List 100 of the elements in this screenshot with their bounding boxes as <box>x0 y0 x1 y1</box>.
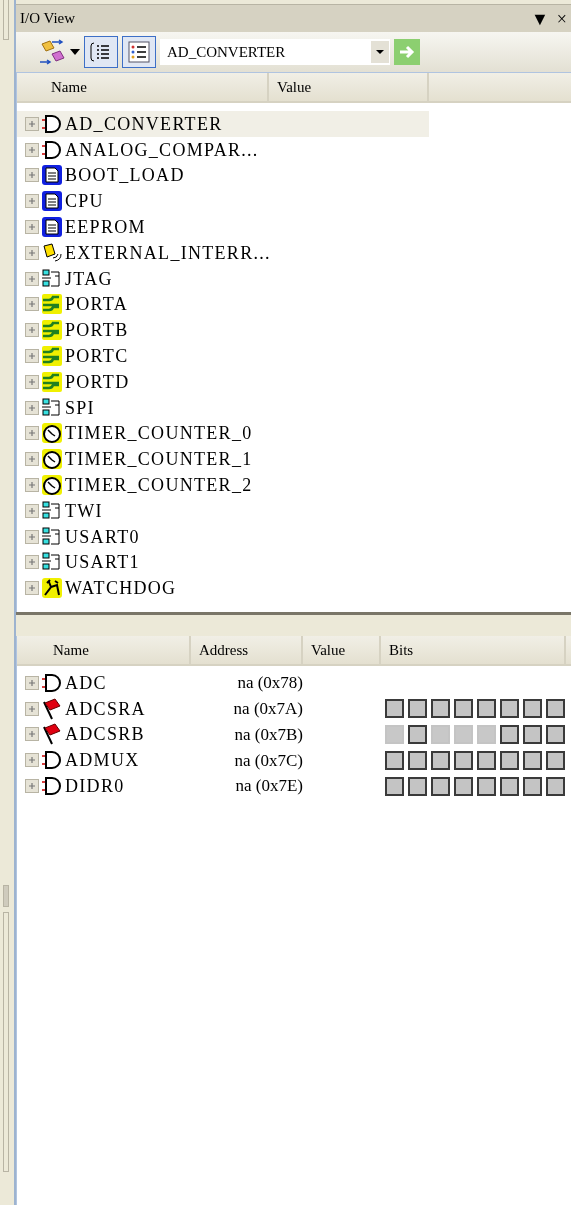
tree-item-label[interactable]: TIMER_COUNTER_1 <box>65 450 253 469</box>
dock-frame <box>3 0 9 40</box>
panel-title: I/O View <box>20 9 76 29</box>
expand-icon[interactable] <box>25 727 39 742</box>
expand-icon[interactable] <box>25 478 39 493</box>
bit-toggle[interactable] <box>385 776 404 796</box>
address-cell-text: na (0x7B) <box>234 723 303 746</box>
bit-toggle[interactable] <box>408 725 427 744</box>
bit-toggle[interactable] <box>431 776 450 796</box>
view-toggle-button[interactable] <box>84 36 118 68</box>
tree-item-label[interactable]: PORTC <box>65 347 129 366</box>
bit-toggle[interactable] <box>500 725 519 744</box>
expand-icon[interactable] <box>25 142 39 157</box>
tree-item-label[interactable]: EXTERNAL_INTERR... <box>65 243 271 262</box>
expand-icon[interactable] <box>25 701 39 716</box>
register-name[interactable]: ADCSRB <box>65 725 145 744</box>
tree-item-label[interactable]: PORTB <box>65 321 129 340</box>
column-header[interactable]: Name <box>17 73 269 101</box>
bit-toggle[interactable] <box>546 725 565 744</box>
bit-toggle[interactable] <box>546 750 565 770</box>
bit-toggle[interactable] <box>477 776 496 796</box>
bit-toggle[interactable] <box>477 699 496 719</box>
connector-icon <box>41 499 63 522</box>
expand-icon[interactable] <box>25 555 39 570</box>
bit-toggle[interactable] <box>454 699 473 719</box>
expand-icon[interactable] <box>25 271 39 286</box>
caret-icon[interactable] <box>70 49 80 55</box>
expand-icon[interactable] <box>25 529 39 544</box>
circuit-icon <box>41 319 63 342</box>
tree-item-label[interactable]: WATCHDOG <box>65 579 177 598</box>
expand-icon[interactable] <box>25 349 39 364</box>
tree-item-label[interactable]: PORTD <box>65 372 130 391</box>
selected-row[interactable]: AD_CONVERTER <box>17 111 429 137</box>
tree-item-label[interactable]: JTAG <box>65 269 113 288</box>
column-header[interactable]: Value <box>303 636 381 664</box>
bit-toggle[interactable] <box>500 699 519 719</box>
tree-item-label[interactable]: USART1 <box>65 553 140 572</box>
expand-icon[interactable] <box>25 753 39 768</box>
tree-item-label[interactable]: ANALOG_COMPAR... <box>65 140 259 159</box>
expand-icon[interactable] <box>25 374 39 389</box>
expand-icon[interactable] <box>25 323 39 338</box>
expand-icon[interactable] <box>25 426 39 441</box>
circuit-icon <box>41 345 63 368</box>
column-header[interactable]: Address <box>191 636 303 664</box>
bit-toggle[interactable] <box>408 699 427 719</box>
tree-item-label[interactable]: PORTA <box>65 295 128 314</box>
expand-icon[interactable] <box>25 297 39 312</box>
expand-icon[interactable] <box>25 168 39 183</box>
tree-item-label[interactable]: BOOT_LOAD <box>65 166 185 185</box>
expand-icon[interactable] <box>25 400 39 415</box>
bit-toggle[interactable] <box>385 699 404 719</box>
tree-item-label[interactable]: TIMER_COUNTER_0 <box>65 424 253 443</box>
column-header[interactable]: Value <box>269 73 429 101</box>
bit-toggle[interactable] <box>477 750 496 770</box>
gate-icon <box>41 749 63 772</box>
bit-toggle[interactable] <box>500 750 519 770</box>
register-name[interactable]: DIDR0 <box>65 777 125 796</box>
bit-toggle[interactable] <box>454 776 473 796</box>
bit-toggle[interactable] <box>408 750 427 770</box>
expand-icon[interactable] <box>25 503 39 518</box>
stopwatch-icon <box>41 448 63 471</box>
register-name[interactable]: ADC <box>65 673 107 692</box>
column-header[interactable]: Name <box>17 636 191 664</box>
bit-toggle[interactable] <box>523 725 542 744</box>
bit-toggle[interactable] <box>454 750 473 770</box>
bit-toggle[interactable] <box>546 776 565 796</box>
view-toggle-button[interactable] <box>122 36 156 68</box>
bit-toggle[interactable] <box>431 699 450 719</box>
expand-icon[interactable] <box>25 581 39 596</box>
bit-toggle[interactable] <box>546 699 565 719</box>
tree-item-label[interactable]: SPI <box>65 398 95 417</box>
expand-icon[interactable] <box>25 220 39 235</box>
bit-toggle[interactable] <box>431 750 450 770</box>
tree-item-label[interactable]: EEPROM <box>65 218 146 237</box>
close-glyph[interactable]: × <box>556 9 567 28</box>
tree-item-label[interactable]: TIMER_COUNTER_2 <box>65 476 253 495</box>
menu-glyph[interactable]: ▼ <box>531 9 549 28</box>
expand-icon[interactable] <box>25 675 39 690</box>
connector-icon <box>41 267 63 290</box>
bit-toggle[interactable] <box>385 750 404 770</box>
tree-item-label[interactable]: TWI <box>65 501 103 520</box>
column-header[interactable]: Bits <box>381 636 566 664</box>
bit-toggle[interactable] <box>523 699 542 719</box>
bit-toggle[interactable] <box>500 776 519 796</box>
bit-toggle[interactable] <box>523 750 542 770</box>
module-dropdown[interactable]: AD_CONVERTER <box>160 39 390 65</box>
stopwatch-icon <box>41 474 63 497</box>
dock-handle[interactable] <box>3 885 9 907</box>
tree-item-label[interactable]: USART0 <box>65 527 140 546</box>
expand-icon[interactable] <box>25 245 39 260</box>
register-name[interactable]: ADMUX <box>65 751 140 770</box>
bell-icon <box>41 241 63 264</box>
register-name[interactable]: ADCSRA <box>65 699 146 718</box>
tree-item-label[interactable]: AD_CONVERTER <box>65 114 223 133</box>
bit-toggle[interactable] <box>408 776 427 796</box>
expand-icon[interactable] <box>25 452 39 467</box>
bit-toggle[interactable] <box>523 776 542 796</box>
expand-icon[interactable] <box>25 779 39 794</box>
tree-item-label[interactable]: CPU <box>65 192 104 211</box>
expand-icon[interactable] <box>25 194 39 209</box>
